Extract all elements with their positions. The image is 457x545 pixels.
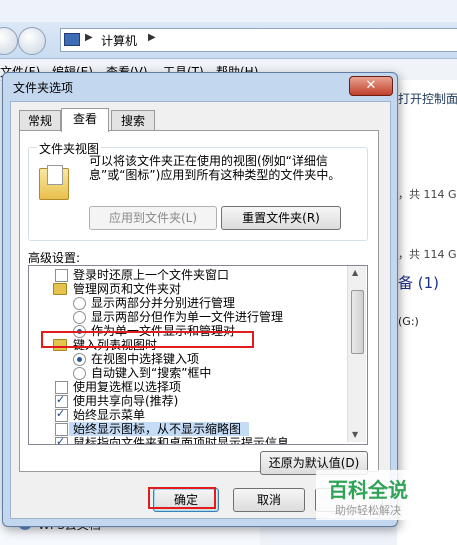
list-item[interactable]: 自动键入到“搜索”框中 (29, 366, 347, 380)
checkbox-checked[interactable] (55, 407, 68, 422)
drive-label[interactable]: (G:) (398, 315, 419, 328)
list-item[interactable]: 显示两部分并分别进行管理 (29, 296, 347, 310)
radio-button[interactable] (73, 311, 86, 324)
list-item-label: 使用复选框以选择项 (73, 380, 182, 394)
list-item-selected[interactable]: 始终显示图标，从不显示缩略图 (55, 422, 249, 436)
tab-search[interactable]: 搜索 (111, 110, 155, 131)
annotation-highlight (41, 331, 254, 348)
open-control-panel-link[interactable]: 打开控制面板 (398, 90, 457, 107)
folder-icon (53, 283, 67, 295)
drive-capacity-text: ，共 114 G (398, 248, 457, 261)
tab-view[interactable]: 查看 (61, 108, 109, 132)
checkbox-checked[interactable] (55, 435, 68, 444)
radio-button-checked[interactable] (73, 353, 86, 366)
list-item[interactable]: 鼠标指向文件夹和桌面项时显示提示信息 (29, 435, 347, 445)
list-item[interactable]: 在视图中选择键入项 (29, 352, 347, 366)
list-item-label: 鼠标指向文件夹和桌面项时显示提示信息 (73, 436, 290, 445)
advanced-settings-list[interactable]: 登录时还原上一个文件夹窗口 管理网页和文件夹对 显示两部分并分别进行管理 显示两… (28, 265, 368, 445)
list-item[interactable]: 显示两部分但作为单一文件进行管理 (29, 310, 347, 324)
watermark-logo: 百科全说 助你轻松解决 (316, 470, 420, 520)
apply-to-folders-button[interactable]: 应用到文件夹(L) (89, 206, 217, 230)
dialog-title: 文件夹选项 (13, 81, 74, 95)
folder-view-icon (39, 165, 69, 200)
reset-folders-button[interactable]: 重置文件夹(R) (221, 206, 341, 230)
list-item[interactable]: 使用复选框以选择项 (29, 380, 347, 394)
scroll-up-icon[interactable]: ▲ (352, 268, 358, 277)
close-button[interactable]: ✕ (349, 76, 393, 96)
folder-views-description: 可以将该文件夹正在使用的视图(例如“详细信息”或“图标”)应用到所有这种类型的文… (89, 154, 341, 182)
dialog-body: 常规 查看 搜索 文件夹视图 可以将该文件夹正在使用的视图(例如“详细信息”或“… (10, 101, 391, 519)
folder-views-group: 文件夹视图 可以将该文件夹正在使用的视图(例如“详细信息”或“图标”)应用到所有… (28, 140, 368, 241)
list-item-label: 显示两部分并分别进行管理 (91, 296, 236, 310)
close-icon: ✕ (365, 78, 377, 93)
list-item-label: 管理网页和文件夹对 (73, 282, 182, 296)
advanced-settings-label: 高级设置: (28, 251, 81, 265)
back-button[interactable] (0, 27, 18, 55)
list-item-label: 始终显示图标，从不显示缩略图 (73, 422, 242, 436)
list-item[interactable]: 始终显示菜单 (29, 407, 347, 422)
folder-options-dialog: 文件夹选项 ✕ 常规 查看 搜索 文件夹视图 可以将该文件夹正在使用的视图(例如… (2, 72, 398, 527)
computer-icon (64, 33, 80, 46)
address-text: 计算机 (101, 34, 138, 48)
cancel-button[interactable]: 取消 (233, 488, 305, 512)
watermark-subtitle: 助你轻松解决 (335, 504, 401, 517)
list-item-label: 在视图中选择键入项 (91, 352, 200, 366)
chevron-right-icon[interactable]: ▶ (148, 32, 156, 43)
list-item-label: 自动键入到“搜索”框中 (91, 366, 212, 380)
forward-button[interactable] (18, 27, 46, 55)
list-item-label: 显示两部分但作为单一文件进行管理 (91, 310, 284, 324)
list-item-label: 登录时还原上一个文件夹窗口 (73, 268, 230, 282)
list-item: 管理网页和文件夹对 (29, 282, 347, 296)
address-bar[interactable]: ▶ 计算机 ▶ (60, 28, 457, 52)
scroll-down-icon[interactable]: ▼ (352, 430, 358, 439)
list-item[interactable]: 使用共享向导(推荐) (29, 393, 347, 408)
checkbox[interactable] (55, 269, 68, 282)
drive-capacity-text: ，共 114 G (398, 188, 457, 201)
watermark-title: 百科全说 (328, 478, 408, 502)
list-item[interactable]: 登录时还原上一个文件夹窗口 (29, 268, 347, 282)
devices-group-heading: 备 (1) (398, 274, 440, 292)
scrollbar[interactable]: ▲ ▼ (347, 266, 366, 442)
scrollbar-thumb[interactable] (351, 290, 364, 354)
chevron-right-icon[interactable]: ▶ (85, 32, 93, 43)
annotation-highlight (148, 487, 216, 509)
radio-button[interactable] (73, 297, 86, 310)
list-item-label: 使用共享向导(推荐) (73, 394, 179, 408)
tab-general[interactable]: 常规 (19, 110, 61, 131)
view-tab-panel: 文件夹视图 可以将该文件夹正在使用的视图(例如“详细信息”或“图标”)应用到所有… (19, 130, 379, 475)
address-toolbar: ▶ 计算机 ▶ (0, 22, 457, 59)
radio-button[interactable] (73, 367, 86, 380)
list-item-label: 始终显示菜单 (73, 408, 146, 422)
